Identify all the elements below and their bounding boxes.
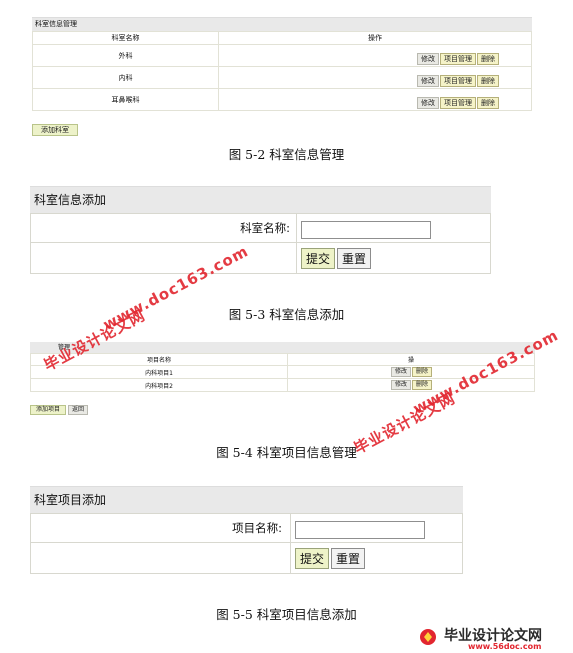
row-actions: 修改 删除 (288, 379, 535, 392)
edit-button[interactable]: 修改 (390, 367, 411, 377)
project-manage-button[interactable]: 项目管理 (440, 75, 476, 87)
edit-button[interactable]: 修改 (417, 53, 439, 65)
empty-cell (30, 242, 297, 274)
panel-title: 科室项目添加 (30, 486, 463, 513)
dept-management-panel: 科室信息管理 科室名称 操作 外科 修改 项目管理 删除 内科 修改 项目管理 删除 耳… (32, 17, 532, 136)
footer-site-url: www.56doc.com (468, 642, 542, 651)
table-header: 科室名称 操作 (32, 31, 532, 45)
submit-button[interactable]: 提交 (295, 547, 330, 569)
dept-add-form: 科室名称: 提交 重置 (30, 213, 491, 274)
form-row: 科室名称: (30, 213, 491, 243)
field-cell (296, 213, 491, 243)
figure-caption: 图 5-4 科室项目信息管理 (216, 445, 357, 460)
edit-button[interactable]: 修改 (390, 380, 411, 390)
field-label: 项目名称: (30, 513, 291, 543)
logo-icon (420, 629, 436, 645)
form-row: 提交 重置 (30, 242, 491, 274)
delete-button[interactable]: 删除 (477, 97, 499, 109)
dept-name: 内科 (32, 66, 219, 89)
col-header-name: 科室名称 (32, 31, 219, 45)
col-header-ops: 操作 (218, 31, 532, 45)
table-row: 耳鼻喉科 修改 项目管理 删除 (32, 88, 532, 111)
dept-name: 外科 (32, 44, 219, 67)
project-add-panel: 科室项目添加 项目名称: 提交 重置 (30, 486, 463, 574)
add-dept-button[interactable]: 添加科室 (32, 124, 78, 136)
back-button[interactable]: 返回 (68, 405, 89, 415)
field-label: 科室名称: (30, 213, 297, 243)
table-row: 外科 修改 项目管理 删除 (32, 44, 532, 67)
project-name: 内科项目1 (30, 365, 288, 379)
footer-watermark-logo: 毕业设计论文网 www.56doc.com (418, 624, 568, 652)
delete-button[interactable]: 删除 (412, 380, 433, 390)
table-row: 内科 修改 项目管理 删除 (32, 66, 532, 89)
project-add-form: 项目名称: 提交 重置 (30, 513, 463, 574)
project-name: 内科项目2 (30, 378, 288, 392)
edit-button[interactable]: 修改 (417, 75, 439, 87)
reset-button[interactable]: 重置 (331, 547, 366, 569)
edit-button[interactable]: 修改 (417, 97, 439, 109)
panel-title: 科室信息添加 (30, 186, 491, 213)
add-project-button[interactable]: 添加项目 (30, 405, 67, 415)
figure-caption: 图 5-3 科室信息添加 (228, 307, 345, 322)
dept-name: 耳鼻喉科 (32, 88, 219, 111)
empty-cell (30, 542, 291, 574)
row-actions: 修改 项目管理 删除 (218, 66, 532, 89)
dept-add-panel: 科室信息添加 科室名称: 提交 重置 (30, 186, 491, 274)
form-row: 提交 重置 (30, 542, 463, 574)
form-row: 项目名称: (30, 513, 463, 543)
panel-title: 科室信息管理 (32, 17, 532, 31)
project-name-input[interactable] (295, 520, 425, 539)
row-actions: 修改 项目管理 删除 (219, 89, 532, 111)
dept-name-input[interactable] (301, 220, 431, 239)
table-header: 项目名称 操 (30, 353, 535, 366)
field-cell (290, 513, 463, 543)
delete-button[interactable]: 删除 (412, 367, 433, 377)
action-cell: 提交 重置 (297, 243, 491, 274)
figure-caption: 图 5-2 科室信息管理 (228, 147, 345, 162)
submit-button[interactable]: 提交 (301, 247, 336, 269)
project-manage-button[interactable]: 项目管理 (440, 97, 476, 109)
figure-caption: 图 5-5 科室项目信息添加 (216, 607, 357, 622)
action-cell: 提交 重置 (291, 543, 463, 574)
project-manage-button[interactable]: 项目管理 (440, 53, 476, 65)
row-actions: 修改 项目管理 删除 (218, 44, 532, 67)
dept-table: 科室名称 操作 外科 修改 项目管理 删除 内科 修改 项目管理 删除 耳鼻喉科 修改项… (32, 31, 532, 111)
reset-button[interactable]: 重置 (337, 247, 372, 269)
delete-button[interactable]: 删除 (477, 75, 499, 87)
delete-button[interactable]: 删除 (477, 53, 499, 65)
